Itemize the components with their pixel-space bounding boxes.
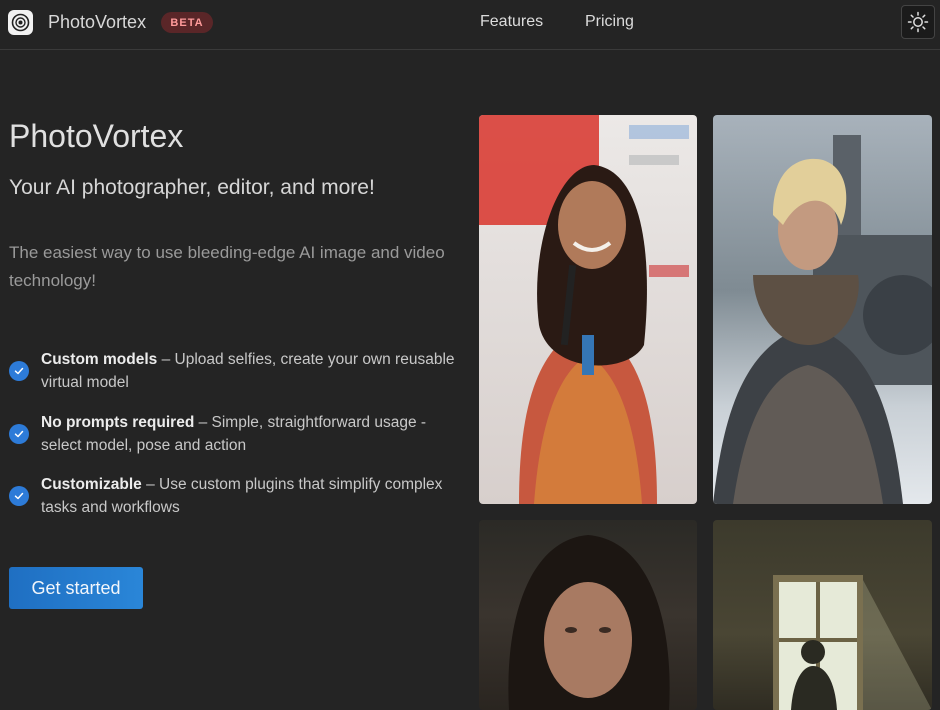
feature-list: Custom models – Upload selfies, create y… bbox=[9, 348, 464, 536]
feature-item: Customizable – Use custom plugins that s… bbox=[9, 473, 464, 536]
feature-item: No prompts required – Simple, straightfo… bbox=[9, 411, 464, 474]
check-circle-icon bbox=[9, 486, 29, 506]
hero-subtitle: Your AI photographer, editor, and more! bbox=[9, 176, 375, 199]
feature-title: Customizable bbox=[41, 476, 142, 493]
aperture-icon[interactable] bbox=[8, 10, 33, 35]
top-navigation-bar: PhotoVortex BETA Features Pricing bbox=[0, 0, 940, 50]
hero-description: The easiest way to use bleeding-edge AI … bbox=[9, 243, 445, 290]
get-started-button[interactable]: Get started bbox=[9, 567, 143, 609]
check-circle-icon bbox=[9, 361, 29, 381]
beta-badge: BETA bbox=[161, 12, 213, 33]
feature-item: Custom models – Upload selfies, create y… bbox=[9, 348, 464, 411]
portrait-photo bbox=[479, 520, 697, 710]
armored-warrior-photo bbox=[713, 115, 932, 504]
hero-title: PhotoVortex bbox=[9, 118, 184, 154]
brand-name[interactable]: PhotoVortex bbox=[48, 12, 146, 33]
theme-toggle-button[interactable] bbox=[901, 5, 935, 39]
speaker-photo bbox=[479, 115, 697, 504]
check-circle-icon bbox=[9, 423, 29, 444]
nav-link-features[interactable]: Features bbox=[480, 13, 543, 31]
window-silhouette-photo bbox=[713, 520, 932, 710]
feature-title: No prompts required bbox=[41, 413, 195, 431]
nav-link-pricing[interactable]: Pricing bbox=[585, 13, 634, 31]
feature-title: Custom models bbox=[41, 351, 158, 368]
sun-icon bbox=[907, 11, 929, 33]
